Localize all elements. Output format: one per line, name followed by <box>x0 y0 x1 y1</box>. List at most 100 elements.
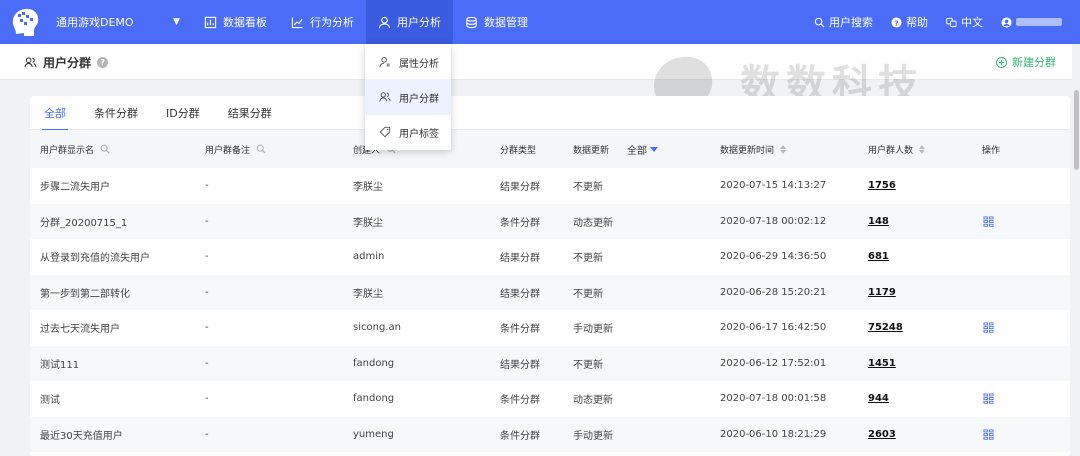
user-count-link[interactable]: 2603 <box>868 429 896 440</box>
table-row[interactable]: 测试111 - fandong 结果分群 不更新 2020-06-12 17:52:01 1… <box>30 345 1070 382</box>
cell-time-text: 2020-06-12 17:52:01 <box>720 357 827 369</box>
tag-icon <box>379 126 391 138</box>
cell-type-text: 条件分群 <box>500 395 540 407</box>
user-count-link[interactable]: 1179 <box>868 287 896 298</box>
cell-type-text: 结果分群 <box>500 359 540 371</box>
database-icon <box>466 16 477 28</box>
tab-result[interactable]: 结果分群 <box>228 96 272 130</box>
menu-item-user-tag[interactable]: 用户标签 <box>365 114 451 150</box>
language-label: 中文 <box>961 16 983 29</box>
cell-type: 条件分群 <box>500 381 540 417</box>
cell-update: 不更新 <box>573 346 603 382</box>
tab-id[interactable]: ID分群 <box>166 96 200 130</box>
user-count-link[interactable]: 75248 <box>868 322 903 333</box>
user-count-link[interactable]: 944 <box>868 393 889 404</box>
user-count-link[interactable]: 681 <box>868 251 889 262</box>
cell-count: 1451 <box>868 346 896 382</box>
help-icon: ? <box>891 16 902 28</box>
col-update-time-header: 数据更新时间 <box>720 130 787 168</box>
language-switch[interactable]: 中文 <box>946 14 983 30</box>
nav-item-user-analysis[interactable]: 用户分析 <box>366 0 453 44</box>
segment-detail-icon[interactable] <box>983 322 994 333</box>
cell-remark: - <box>205 417 209 453</box>
cell-name: 第一步到第二部转化 <box>40 275 130 311</box>
table-row[interactable]: 步骤二流失用户 - 李朕尘 结果分群 不更新 2020-07-15 14:13:27 175… <box>30 168 1070 204</box>
update-filter-dropdown[interactable]: 全部 <box>627 142 659 157</box>
segment-detail-icon[interactable] <box>983 429 994 440</box>
cell-name: 测试111 <box>40 346 79 382</box>
cell-update: 不更新 <box>573 168 603 204</box>
tab-all[interactable]: 全部 <box>42 96 68 131</box>
user-group-icon <box>24 56 37 67</box>
cell-time: 2020-07-18 00:01:58 <box>720 381 826 417</box>
table-row[interactable]: 过去七天流失用户 - sicong.an 条件分群 手动更新 2020-06-17 16:… <box>30 310 1070 346</box>
nav-item-data-management[interactable]: 数据管理 <box>453 0 540 44</box>
help-button[interactable]: ? 帮助 <box>891 14 928 30</box>
cell-creator: 李朕尘 <box>353 275 383 311</box>
cell-remark-text: - <box>205 215 209 227</box>
user-count-link[interactable]: 1451 <box>868 358 896 369</box>
user-count-link[interactable]: 1756 <box>868 180 896 191</box>
user-group-icon <box>379 92 391 102</box>
col-remark-label: 用户群备注 <box>205 145 251 156</box>
col-type-label: 分群类型 <box>500 145 537 156</box>
nav-item-dashboard[interactable]: 数据看板 <box>192 0 279 44</box>
table-row[interactable]: 测试 - fandong 条件分群 动态更新 2020-07-18 00:01:58 944 <box>30 381 1070 417</box>
user-search-button[interactable]: 用户搜索 <box>814 14 873 30</box>
cell-update-text: 不更新 <box>573 253 603 265</box>
col-name-header: 用户群显示名 <box>40 130 110 168</box>
menu-item-attribute-analysis[interactable]: 属性分析 <box>365 44 451 80</box>
search-icon[interactable] <box>100 144 110 154</box>
table-row[interactable]: 从登录到充值的流失用户 - admin 结果分群 不更新 2020-06-29 14:36… <box>30 239 1070 275</box>
project-selector[interactable]: 通用游戏DEMO <box>56 0 134 44</box>
col-action-label: 操作 <box>982 145 1001 156</box>
segment-detail-icon[interactable] <box>983 393 994 404</box>
cell-action <box>983 310 994 346</box>
cell-time-text: 2020-07-15 14:13:27 <box>720 180 827 192</box>
nav-item-behavior[interactable]: 行为分析 <box>279 0 366 44</box>
user-account-menu[interactable] <box>1001 16 1062 28</box>
cell-update: 手动更新 <box>573 417 613 453</box>
cell-action <box>983 417 994 453</box>
menu-item-label: 用户标签 <box>399 128 439 140</box>
cell-creator-text: 李朕尘 <box>353 288 383 300</box>
user-count-link[interactable]: 148 <box>868 216 889 227</box>
cell-count: 75248 <box>868 310 903 346</box>
segment-detail-icon[interactable] <box>983 216 994 227</box>
cell-remark: - <box>205 381 209 417</box>
table-row[interactable]: 最近30天充值用户 - yumeng 条件分群 手动更新 2020-06-10 18:21… <box>30 416 1070 453</box>
page-scrollbar[interactable] <box>1072 44 1080 456</box>
cell-name-text: 步骤二流失用户 <box>40 182 110 194</box>
cell-update-text: 手动更新 <box>573 324 613 336</box>
table-row[interactable]: 分群_20200715_1 - 李朕尘 条件分群 动态更新 2020-07-18 00:0… <box>30 203 1070 240</box>
caret-down-icon[interactable]: ▼ <box>173 17 180 27</box>
search-icon[interactable] <box>256 144 266 154</box>
brain-logo-icon[interactable] <box>10 6 40 38</box>
cell-name-text: 分群_20200715_1 <box>40 217 128 229</box>
cell-remark: - <box>205 168 209 204</box>
cell-type: 条件分群 <box>500 417 540 453</box>
table-row[interactable]: 第一步到第二部转化 - 李朕尘 结果分群 不更新 2020-06-28 15:20:21 1… <box>30 274 1070 311</box>
cell-creator-text: fandong <box>353 393 395 405</box>
tab-condition[interactable]: 条件分群 <box>94 96 138 130</box>
cell-name-text: 从登录到充值的流失用户 <box>40 253 150 265</box>
cell-time-text: 2020-06-17 16:42:50 <box>720 322 827 334</box>
page-header: 用户分群 ? 新建分群 <box>0 44 1080 80</box>
sort-icon[interactable] <box>780 144 787 154</box>
user-icon <box>378 16 391 28</box>
cell-name: 分群_20200715_1 <box>40 204 127 240</box>
menu-item-user-segment[interactable]: 用户分群 <box>365 79 451 115</box>
cell-remark-text: - <box>205 357 209 369</box>
col-update-label: 数据更新 <box>573 145 610 156</box>
new-segment-button[interactable]: 新建分群 <box>996 44 1056 80</box>
cell-remark: - <box>205 275 209 311</box>
cell-time-text: 2020-06-28 15:20:21 <box>720 286 827 298</box>
scrollbar-thumb[interactable] <box>1074 90 1079 170</box>
caret-down-icon <box>650 146 659 152</box>
col-name-label: 用户群显示名 <box>40 145 95 156</box>
sort-icon[interactable] <box>919 144 926 154</box>
nav-label: 用户分析 <box>397 16 441 29</box>
question-icon[interactable]: ? <box>97 56 109 68</box>
cell-time: 2020-07-15 14:13:27 <box>720 168 826 204</box>
top-navbar: 通用游戏DEMO ▼ 数据看板 行为分析 用户分析 数据管理 用户搜索 ? 帮助 <box>0 0 1080 44</box>
